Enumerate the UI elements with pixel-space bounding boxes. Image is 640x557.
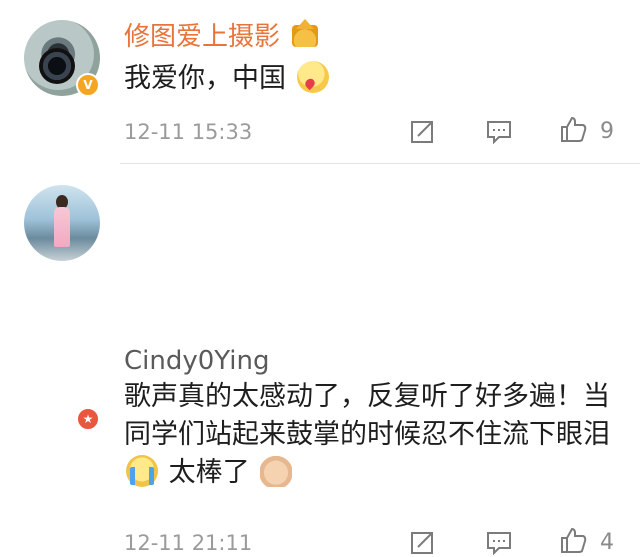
reply-button[interactable] — [484, 527, 516, 557]
like-icon — [561, 116, 587, 142]
verified-badge: ★ — [76, 407, 100, 431]
like-button[interactable] — [558, 525, 590, 555]
like-count: 4 — [600, 530, 614, 555]
crying-emoji-icon — [126, 455, 158, 487]
kiss-emoji-icon — [296, 61, 329, 93]
vip-crown-icon — [292, 19, 319, 47]
comment-text: 我爱你，中国 — [124, 60, 616, 98]
comment-time: 12-11 15:33 — [124, 120, 253, 144]
username-text: Cindy0Ying — [124, 346, 270, 376]
comment-item: V 修图爱上摄影 我爱你，中国 12-11 15:33 9 — [0, 0, 640, 163]
comment-time: 12-11 21:11 — [124, 531, 253, 555]
comment-text-part: 歌声真的太感动了，反复听了好多遍！当同学们站起来鼓掌的时候忍不住流下眼泪 — [124, 381, 610, 450]
reply-icon — [487, 121, 511, 145]
comment-text: 歌声真的太感动了，反复听了好多遍！当同学们站起来鼓掌的时候忍不住流下眼泪 太棒了 — [124, 378, 616, 492]
verified-badge: V — [76, 73, 100, 97]
avatar-figure-body — [54, 207, 70, 247]
like-icon — [561, 527, 587, 553]
username[interactable]: Cindy0Ying — [124, 346, 269, 376]
comment-divider — [120, 163, 640, 164]
username-text: 修图爱上摄影 — [124, 22, 281, 52]
share-icon — [411, 532, 433, 554]
share-button[interactable] — [408, 116, 440, 146]
share-icon — [411, 121, 433, 143]
like-count: 9 — [600, 119, 614, 144]
share-button[interactable] — [408, 527, 440, 557]
clapping-emoji-icon — [260, 455, 293, 487]
reply-button[interactable] — [484, 116, 516, 146]
camera-lens-icon — [39, 48, 75, 84]
comment-text-part: 我爱你，中国 — [124, 63, 286, 94]
like-button[interactable] — [558, 114, 590, 144]
comment-item: ★ Cindy0Ying 歌声真的太感动了，反复听了好多遍！当同学们站起来鼓掌的… — [0, 165, 640, 556]
username[interactable]: 修图爱上摄影 — [124, 16, 319, 53]
reply-icon — [487, 532, 511, 556]
comment-text-part: 太棒了 — [168, 457, 250, 488]
avatar[interactable] — [24, 185, 100, 261]
